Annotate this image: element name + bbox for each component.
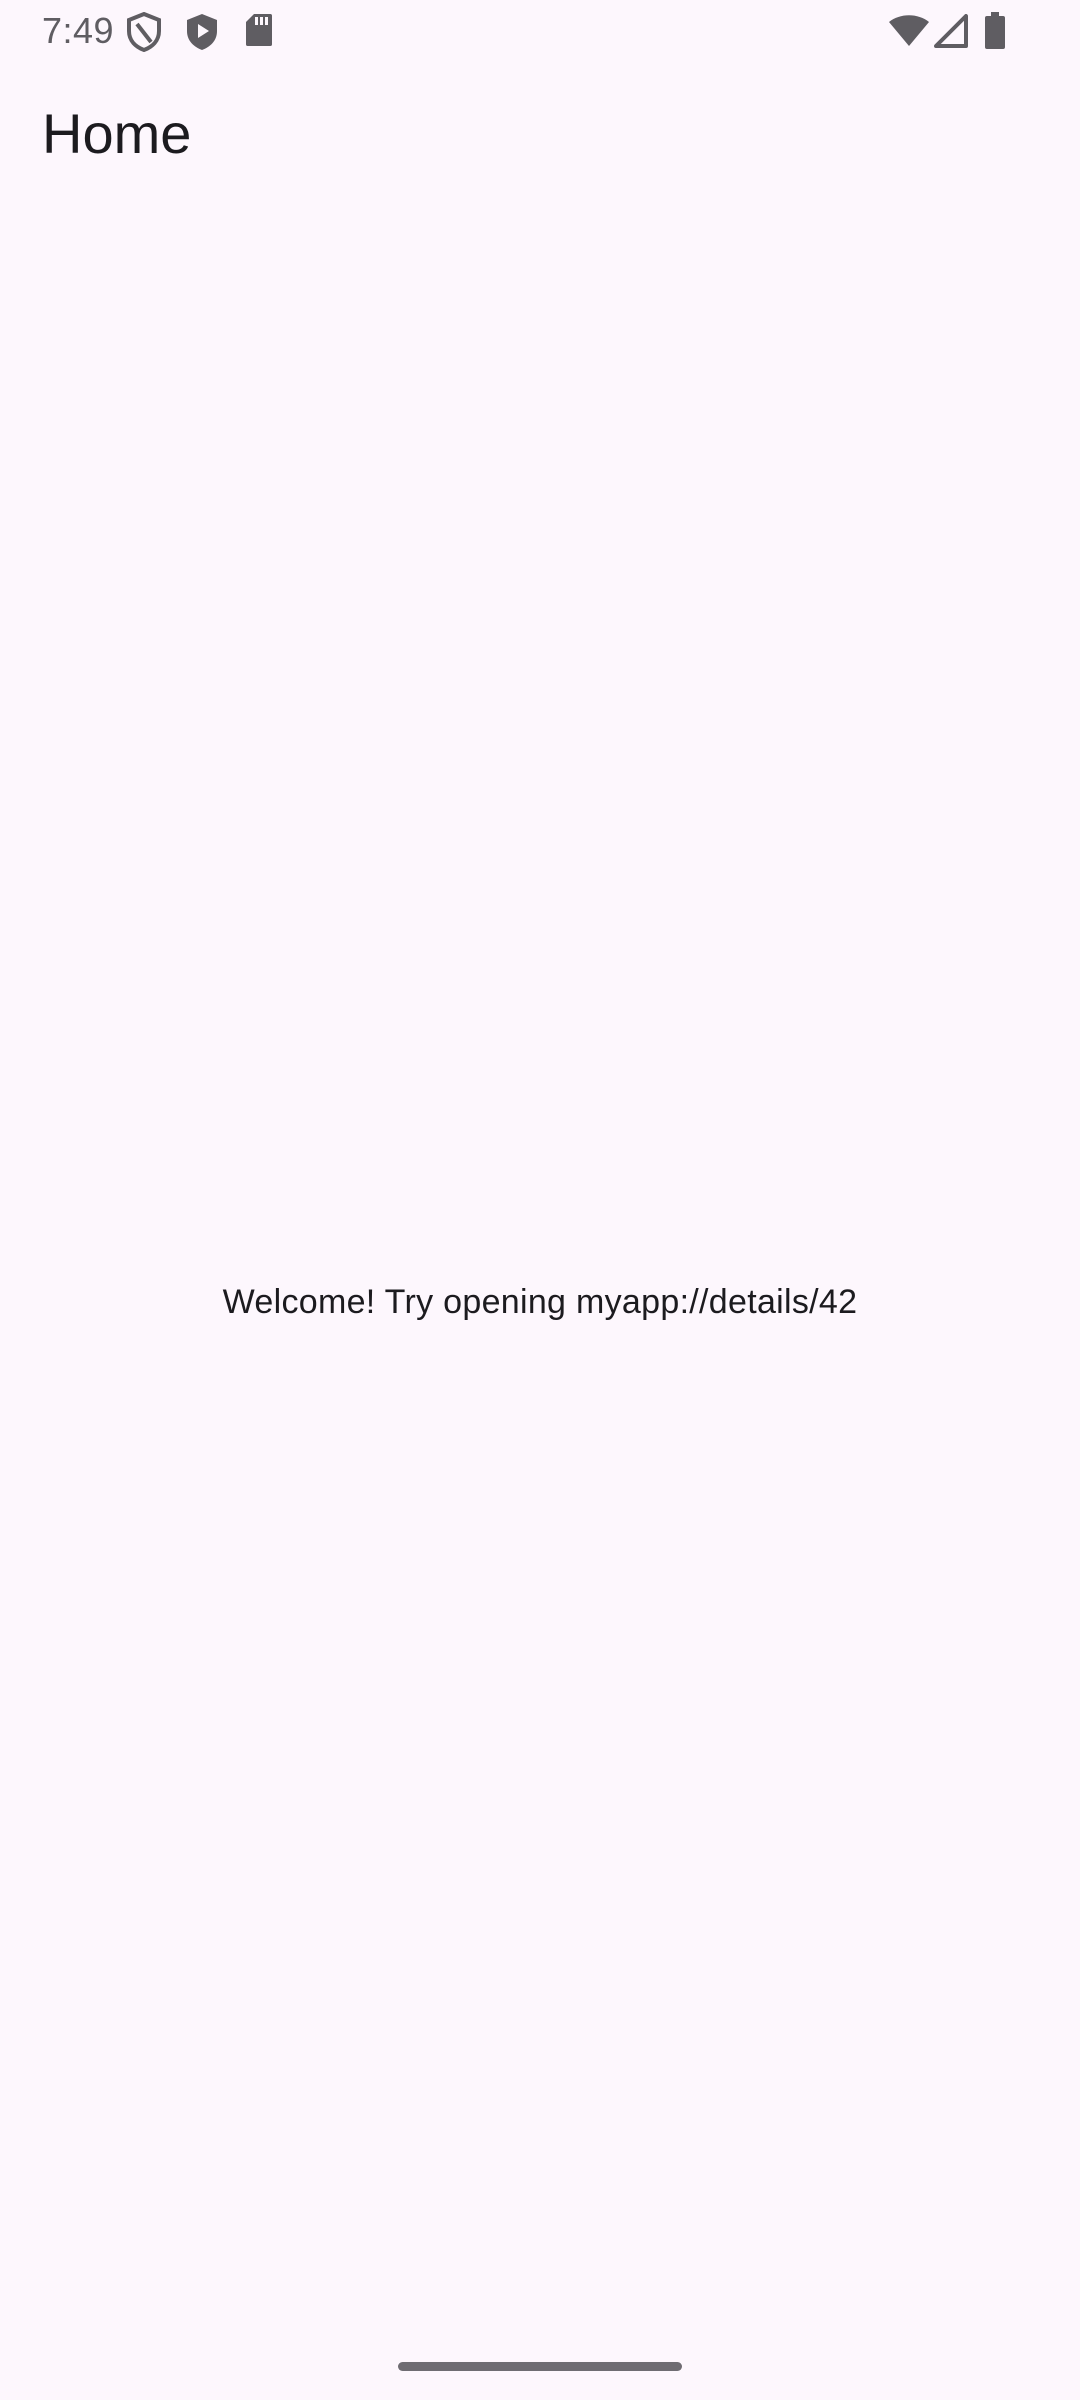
wifi-icon (889, 15, 929, 46)
app-bar: Home (0, 66, 1080, 206)
gesture-navigation-handle[interactable] (398, 2362, 682, 2371)
shield-icon (127, 12, 161, 52)
play-shield-icon (187, 14, 217, 50)
sd-card-icon (246, 14, 272, 46)
battery-icon (985, 12, 1005, 49)
status-bar: 7:49 (0, 0, 1080, 66)
welcome-message: Welcome! Try opening myapp://details/42 (222, 1283, 858, 1321)
main-content: Welcome! Try opening myapp://details/42 (0, 206, 1080, 2400)
page-title: Home (42, 102, 192, 165)
cell-signal-icon (934, 14, 968, 48)
status-time: 7:49 (42, 10, 115, 51)
